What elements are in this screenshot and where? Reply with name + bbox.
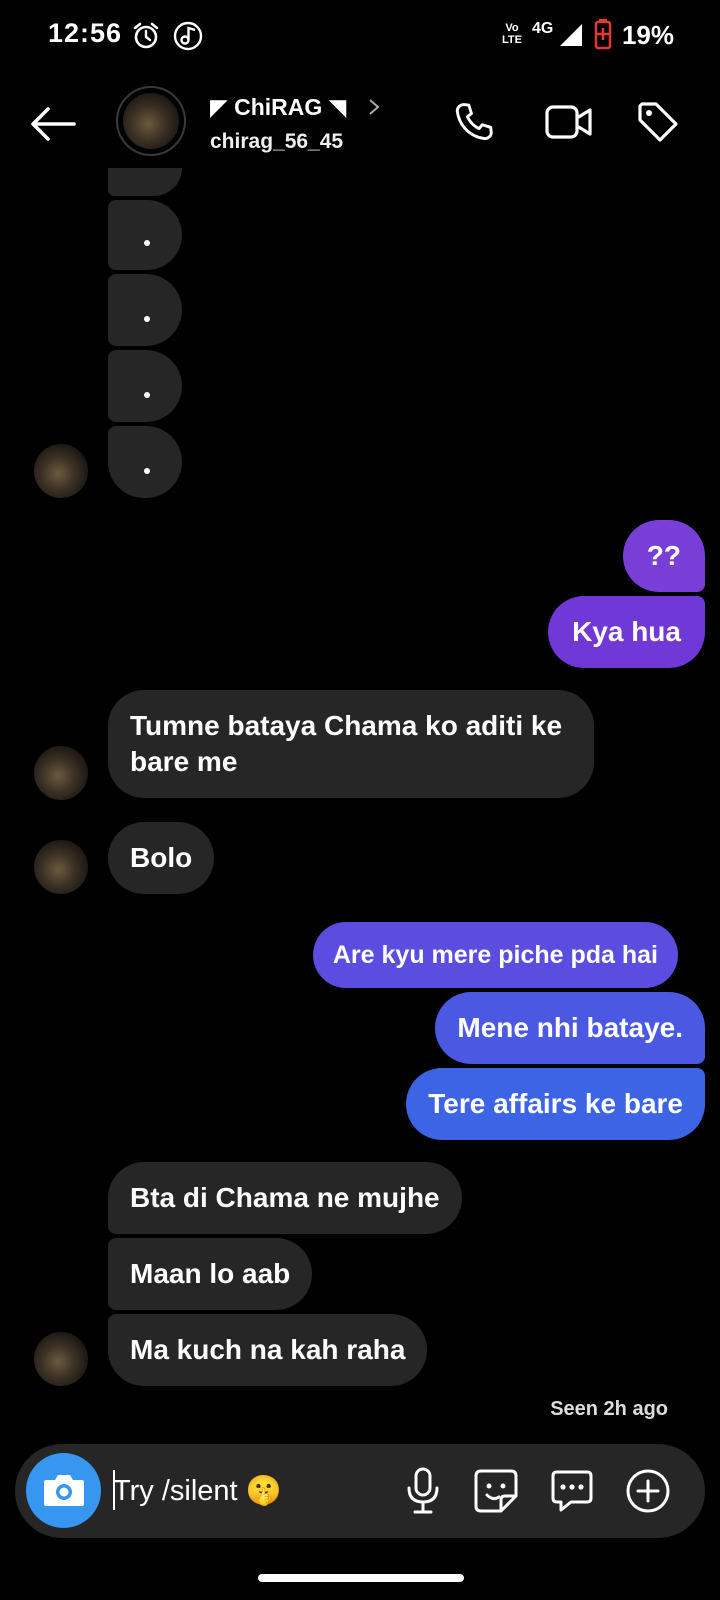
message-bubble-received[interactable]: [108, 168, 182, 196]
message-text: Ma kuch na kah raha: [130, 1334, 406, 1365]
header-avatar[interactable]: [116, 86, 186, 156]
message-bubble-received[interactable]: [108, 426, 182, 498]
message-text: Bta di Chama ne mujhe: [130, 1182, 440, 1213]
seen-status: Seen 2h ago: [550, 1398, 668, 1420]
add-icon[interactable]: [625, 1468, 671, 1514]
tag-icon[interactable]: [636, 100, 680, 144]
phone-icon[interactable]: [452, 100, 496, 144]
battery-percent: 19%: [621, 20, 674, 50]
message-text: Are kyu mere piche pda hai: [332, 941, 658, 969]
dot-glyph: [144, 392, 150, 398]
message-bubble-sent[interactable]: Kya hua: [548, 596, 705, 668]
home-indicator[interactable]: [258, 1574, 464, 1582]
video-camera-icon[interactable]: [544, 102, 594, 142]
message-bubble-sent[interactable]: Mene nhi bataye.: [435, 992, 705, 1064]
volte-indicator: Vo LTE: [502, 22, 522, 46]
avatar[interactable]: [34, 746, 88, 800]
message-input[interactable]: Try /silent 🤫: [113, 1474, 282, 1508]
camera-icon: [44, 1475, 84, 1506]
message-bubble-sent[interactable]: Tere affairs ke bare: [406, 1068, 705, 1140]
message-bubble-received[interactable]: Ma kuch na kah raha: [108, 1314, 428, 1386]
camera-button[interactable]: [26, 1453, 101, 1528]
message-bubble-received[interactable]: Bta di Chama ne mujhe: [108, 1162, 462, 1234]
message-bubble-received[interactable]: [108, 350, 182, 422]
chat-header: ◤ ChiRAG ◥ chirag_56_45: [0, 70, 720, 180]
signal-icon: [560, 24, 582, 46]
chevron-right-icon[interactable]: [368, 98, 380, 116]
message-bubble-received[interactable]: Maan lo aab: [108, 1238, 313, 1310]
message-text: Tere affairs ke bare: [428, 1088, 683, 1119]
message-bubble-received[interactable]: Bolo: [108, 822, 215, 894]
message-bubble-received[interactable]: Tumne bataya Chama ko aditi ke bare me: [108, 690, 594, 798]
name-suffix-glyph: ◥: [328, 94, 347, 120]
message-bubble-sent[interactable]: Are kyu mere piche pda hai: [312, 922, 678, 988]
message-text: Mene nhi bataye.: [457, 1012, 683, 1043]
message-text: Tumne bataya Chama ko aditi ke bare me: [130, 710, 563, 777]
message-text: Kya hua: [572, 616, 681, 647]
sticker-icon[interactable]: [473, 1468, 519, 1514]
dot-glyph: [144, 468, 150, 474]
music-app-icon: [173, 21, 203, 51]
battery-icon: [594, 19, 612, 50]
alarm-icon: [133, 22, 159, 49]
avatar: [123, 93, 179, 149]
contact-name-text: ChiRAG: [234, 94, 323, 120]
microphone-icon[interactable]: [403, 1466, 443, 1516]
avatar[interactable]: [34, 1332, 88, 1386]
message-bubble-sent[interactable]: ??: [622, 520, 705, 592]
contact-name[interactable]: ◤ ChiRAG ◥: [210, 94, 346, 121]
message-bubble-received[interactable]: [108, 200, 182, 270]
dot-glyph: [144, 316, 150, 322]
message-composer: Try /silent 🤫: [15, 1444, 705, 1538]
message-options-icon[interactable]: [549, 1468, 595, 1514]
contact-username: chirag_56_45: [210, 130, 344, 153]
name-prefix-glyph: ◤: [210, 94, 228, 120]
avatar[interactable]: [34, 840, 88, 894]
back-arrow-icon[interactable]: [30, 106, 76, 142]
avatar[interactable]: [34, 444, 88, 498]
dot-glyph: [144, 240, 150, 246]
status-bar: 12:56 Vo LTE 4G 19%: [0, 0, 720, 70]
network-type: 4G: [532, 20, 554, 37]
message-text: ??: [646, 540, 681, 571]
message-bubble-received[interactable]: [108, 274, 182, 346]
status-time: 12:56: [48, 18, 123, 48]
message-text: Maan lo aab: [130, 1258, 291, 1289]
message-text: Bolo: [130, 842, 193, 873]
